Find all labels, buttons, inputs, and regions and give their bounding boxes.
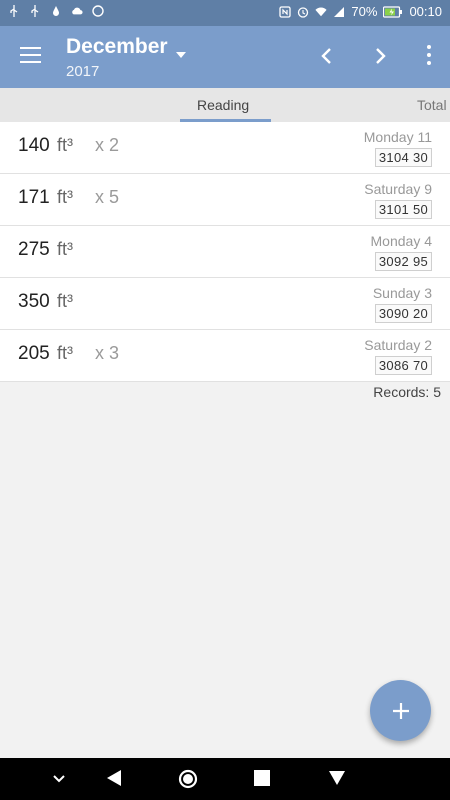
record-amount: 275 [18, 239, 50, 260]
tab-reading[interactable]: Reading [197, 97, 249, 113]
hamburger-icon[interactable] [20, 47, 41, 65]
chevron-right-icon[interactable] [368, 44, 392, 68]
month-dropdown-icon[interactable] [176, 52, 186, 58]
notifications-icon[interactable] [328, 769, 346, 787]
record-multiplier: x 5 [95, 187, 120, 207]
tab-total[interactable]: Total [417, 97, 447, 113]
record-meter-reading: 3104 30 [374, 148, 432, 167]
record-multiplier: x 3 [95, 343, 120, 363]
month-title[interactable]: December [66, 35, 168, 59]
system-nav-bar [0, 758, 450, 800]
record-row[interactable]: 275 ft³ Monday 4 3092 95 [0, 226, 450, 278]
record-date: Monday 11 [363, 129, 432, 145]
water-drop-icon [53, 6, 59, 16]
record-meter-reading: 3092 95 [374, 252, 432, 271]
alarm-icon [298, 6, 309, 18]
status-right-icons: 70% 00:10 [279, 4, 442, 19]
record-date: Saturday 9 [364, 181, 432, 197]
record-row[interactable]: 350 ft³ Sunday 3 3090 20 [0, 278, 450, 330]
status-bar: 70% 00:10 [0, 0, 450, 26]
record-row[interactable]: 171 ft³ x 5 Saturday 9 3101 50 [0, 174, 450, 226]
record-date: Sunday 3 [372, 285, 432, 301]
chevron-down-icon[interactable] [52, 773, 66, 785]
home-icon[interactable] [178, 769, 198, 789]
usb-icon [10, 5, 18, 17]
plus-icon [392, 702, 409, 719]
record-amount: 140 [18, 135, 50, 156]
app-toolbar: December 2017 [0, 26, 450, 88]
clock: 00:10 [409, 4, 442, 19]
record-meter-reading: 3101 50 [374, 200, 432, 219]
record-amount: 171 [18, 187, 50, 208]
more-vert-icon[interactable] [426, 45, 432, 69]
record-amount: 205 [18, 343, 50, 364]
records-count: Records: 5 [373, 384, 441, 400]
record-amount: 350 [18, 291, 50, 312]
battery-percent: 70% [351, 4, 378, 19]
record-unit: ft³ [57, 343, 73, 363]
record-multiplier: x 2 [95, 135, 120, 155]
year-subtitle: 2017 [66, 63, 100, 80]
record-date: Monday 4 [370, 233, 432, 249]
records-list: 140 ft³ x 2 Monday 11 3104 30 171 ft³ x … [0, 122, 450, 382]
chevron-left-icon[interactable] [315, 44, 339, 68]
battery-charging-icon [383, 5, 403, 18]
back-icon[interactable] [105, 769, 123, 787]
recents-icon[interactable] [254, 770, 270, 786]
nfc-icon [279, 5, 292, 18]
record-row[interactable]: 140 ft³ x 2 Monday 11 3104 30 [0, 122, 450, 174]
record-date: Saturday 2 [364, 337, 432, 353]
record-meter-reading: 3086 70 [374, 356, 432, 375]
circle-icon [92, 5, 104, 17]
record-row[interactable]: 205 ft³ x 3 Saturday 2 3086 70 [0, 330, 450, 382]
record-unit: ft³ [57, 135, 73, 155]
record-unit: ft³ [57, 239, 73, 259]
usb-icon [31, 5, 39, 17]
cloud-icon [72, 7, 83, 15]
record-unit: ft³ [57, 291, 73, 311]
tab-bar: Reading Total [0, 88, 450, 122]
wifi-icon [315, 6, 327, 16]
add-record-button[interactable] [370, 680, 431, 741]
status-left-icons [8, 5, 104, 17]
record-meter-reading: 3090 20 [374, 304, 432, 323]
signal-icon [334, 6, 345, 17]
record-unit: ft³ [57, 187, 73, 207]
